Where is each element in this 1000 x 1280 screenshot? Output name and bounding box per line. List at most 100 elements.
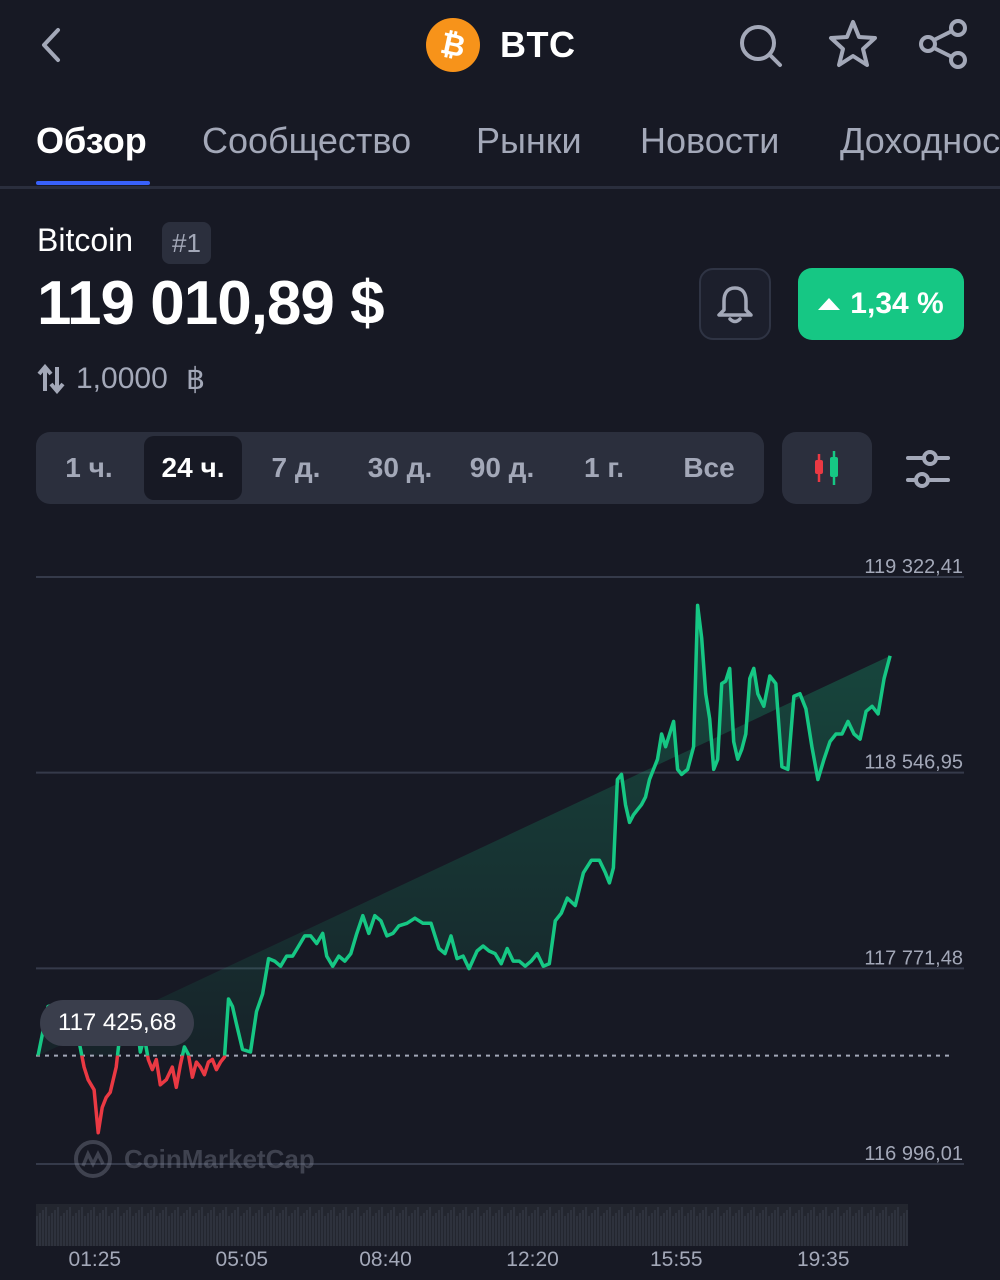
volume-bar bbox=[546, 1210, 548, 1246]
volume-bar bbox=[423, 1213, 425, 1246]
volume-bar bbox=[882, 1210, 884, 1246]
volume-bar bbox=[753, 1207, 755, 1246]
range-all[interactable]: Все bbox=[662, 436, 756, 500]
conversion-value: 1,0000 bbox=[76, 362, 168, 395]
coin-price: 119 010,89 $ bbox=[37, 269, 385, 338]
volume-bar bbox=[54, 1210, 56, 1246]
volume-bar bbox=[420, 1216, 422, 1246]
volume-bar bbox=[774, 1210, 776, 1246]
volume-bar bbox=[324, 1216, 326, 1246]
volume-bar bbox=[210, 1210, 212, 1246]
volume-bar bbox=[162, 1210, 164, 1246]
price-change-value: 1,34 % bbox=[850, 287, 944, 320]
volume-bar bbox=[99, 1213, 101, 1246]
volume-bar bbox=[240, 1216, 242, 1246]
watchlist-button[interactable] bbox=[826, 16, 880, 72]
sliders-icon bbox=[906, 450, 950, 488]
volume-bar bbox=[768, 1216, 770, 1246]
price-alert-button[interactable] bbox=[699, 268, 771, 340]
volume-bar bbox=[567, 1213, 569, 1246]
volume-bar bbox=[291, 1213, 293, 1246]
range-30d[interactable]: 30 д. bbox=[352, 436, 448, 500]
volume-bar bbox=[570, 1210, 572, 1246]
range-1h[interactable]: 1 ч. bbox=[44, 436, 134, 500]
volume-bar bbox=[381, 1207, 383, 1246]
volume-bar bbox=[765, 1207, 767, 1246]
volume-bar bbox=[795, 1213, 797, 1246]
y-axis-tick-label: 119 322,41 bbox=[864, 556, 963, 578]
volume-bar bbox=[537, 1207, 539, 1246]
range-24h[interactable]: 24 ч. bbox=[144, 436, 242, 500]
volume-bar bbox=[390, 1210, 392, 1246]
caret-up-icon bbox=[818, 298, 841, 310]
volume-bar bbox=[177, 1207, 179, 1246]
tab-overview[interactable]: Обзор bbox=[36, 120, 147, 162]
volume-bar bbox=[411, 1213, 413, 1246]
chart-settings-button[interactable] bbox=[902, 446, 954, 492]
volume-bar bbox=[591, 1213, 593, 1246]
volume-bar bbox=[432, 1216, 434, 1246]
x-axis-tick-label: 01:25 bbox=[69, 1248, 122, 1271]
volume-bar bbox=[804, 1216, 806, 1246]
volume-bar bbox=[219, 1213, 221, 1246]
volume-bar bbox=[597, 1207, 599, 1246]
volume-bar bbox=[582, 1210, 584, 1246]
volume-bar bbox=[762, 1210, 764, 1246]
volume-bar bbox=[315, 1213, 317, 1246]
range-1y[interactable]: 1 г. bbox=[558, 436, 650, 500]
volume-bar bbox=[531, 1213, 533, 1246]
volume-bar bbox=[192, 1216, 194, 1246]
volume-bar bbox=[528, 1216, 530, 1246]
volume-bar bbox=[543, 1213, 545, 1246]
volume-bar bbox=[831, 1213, 833, 1246]
volume-bar bbox=[663, 1213, 665, 1246]
volume-bar bbox=[642, 1210, 644, 1246]
back-button[interactable] bbox=[28, 18, 76, 72]
tab-yield[interactable]: Доходнос bbox=[840, 120, 1000, 162]
candlestick-toggle-button[interactable] bbox=[782, 432, 872, 504]
convert-arrows-icon[interactable] bbox=[37, 363, 65, 395]
volume-bar bbox=[48, 1216, 50, 1246]
tab-community[interactable]: Сообщество bbox=[202, 120, 411, 162]
volume-bar bbox=[654, 1210, 656, 1246]
volume-bar bbox=[861, 1207, 863, 1246]
volume-bar bbox=[363, 1213, 365, 1246]
volume-bar bbox=[702, 1210, 704, 1246]
volume-bar bbox=[447, 1213, 449, 1246]
volume-bar bbox=[399, 1213, 401, 1246]
share-button[interactable] bbox=[916, 16, 970, 72]
volume-bar bbox=[852, 1216, 854, 1246]
volume-bar bbox=[453, 1207, 455, 1246]
volume-bar bbox=[666, 1210, 668, 1246]
volume-bars bbox=[36, 1204, 908, 1246]
volume-bar bbox=[126, 1210, 128, 1246]
volume-bar bbox=[303, 1213, 305, 1246]
volume-bar bbox=[369, 1207, 371, 1246]
volume-bar bbox=[450, 1210, 452, 1246]
conversion-symbol: ฿ bbox=[186, 363, 206, 396]
coin-title: ₿ BTC bbox=[426, 18, 576, 72]
tab-news[interactable]: Новости bbox=[640, 120, 779, 162]
range-7d[interactable]: 7 д. bbox=[250, 436, 342, 500]
volume-bar bbox=[624, 1216, 626, 1246]
volume-bar bbox=[258, 1210, 260, 1246]
volume-bar bbox=[312, 1216, 314, 1246]
volume-bar bbox=[351, 1213, 353, 1246]
volume-bar bbox=[264, 1216, 266, 1246]
volume-bar bbox=[561, 1207, 563, 1246]
tab-markets[interactable]: Рынки bbox=[476, 120, 582, 162]
volume-bar bbox=[873, 1207, 875, 1246]
search-button[interactable] bbox=[736, 18, 788, 72]
range-90d[interactable]: 90 д. bbox=[454, 436, 550, 500]
volume-bar bbox=[123, 1213, 125, 1246]
volume-bar bbox=[645, 1207, 647, 1246]
volume-bar bbox=[564, 1216, 566, 1246]
volume-bar bbox=[93, 1207, 95, 1246]
volume-bar bbox=[300, 1216, 302, 1246]
volume-bar bbox=[165, 1207, 167, 1246]
volume-bar bbox=[726, 1210, 728, 1246]
y-axis-tick-label: 116 996,01 bbox=[864, 1143, 963, 1165]
volume-bar bbox=[498, 1210, 500, 1246]
volume-bar bbox=[171, 1213, 173, 1246]
volume-bar bbox=[327, 1213, 329, 1246]
